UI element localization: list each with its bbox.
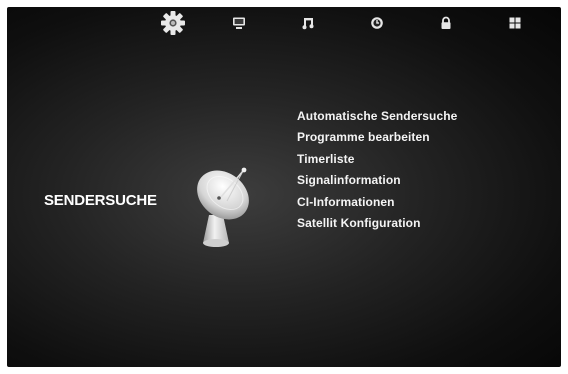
windows-grid-icon (509, 17, 521, 29)
tab-lock[interactable] (432, 9, 460, 37)
menu-list: Automatische Sendersuche Programme bearb… (297, 106, 457, 234)
section-title: SENDERSUCHE (44, 192, 157, 209)
menu-item-timerliste[interactable]: Timerliste (297, 149, 457, 170)
top-menu-bar (7, 7, 561, 39)
menu-item-ci-informationen[interactable]: CI-Informationen (297, 192, 457, 213)
tab-timer[interactable] (363, 9, 391, 37)
tab-settings[interactable] (157, 7, 189, 39)
menu-item-programme-bearbeiten[interactable]: Programme bearbeiten (297, 127, 457, 148)
music-note-icon (302, 18, 314, 30)
tab-system[interactable] (501, 9, 529, 37)
menu-item-satellit-konfiguration[interactable]: Satellit Konfiguration (297, 213, 457, 234)
tv-screen: SENDERSUCHE Automatische Sendersuche Pro… (7, 7, 561, 367)
tab-media[interactable] (294, 9, 322, 37)
satellite-dish-icon (197, 167, 249, 247)
clock-icon (371, 17, 383, 29)
gear-icon (161, 11, 185, 35)
menu-item-automatische-sendersuche[interactable]: Automatische Sendersuche (297, 106, 457, 127)
tab-tv[interactable] (225, 9, 253, 37)
menu-item-signalinformation[interactable]: Signalinformation (297, 170, 457, 191)
lock-icon (441, 16, 451, 29)
monitor-icon (233, 17, 245, 29)
